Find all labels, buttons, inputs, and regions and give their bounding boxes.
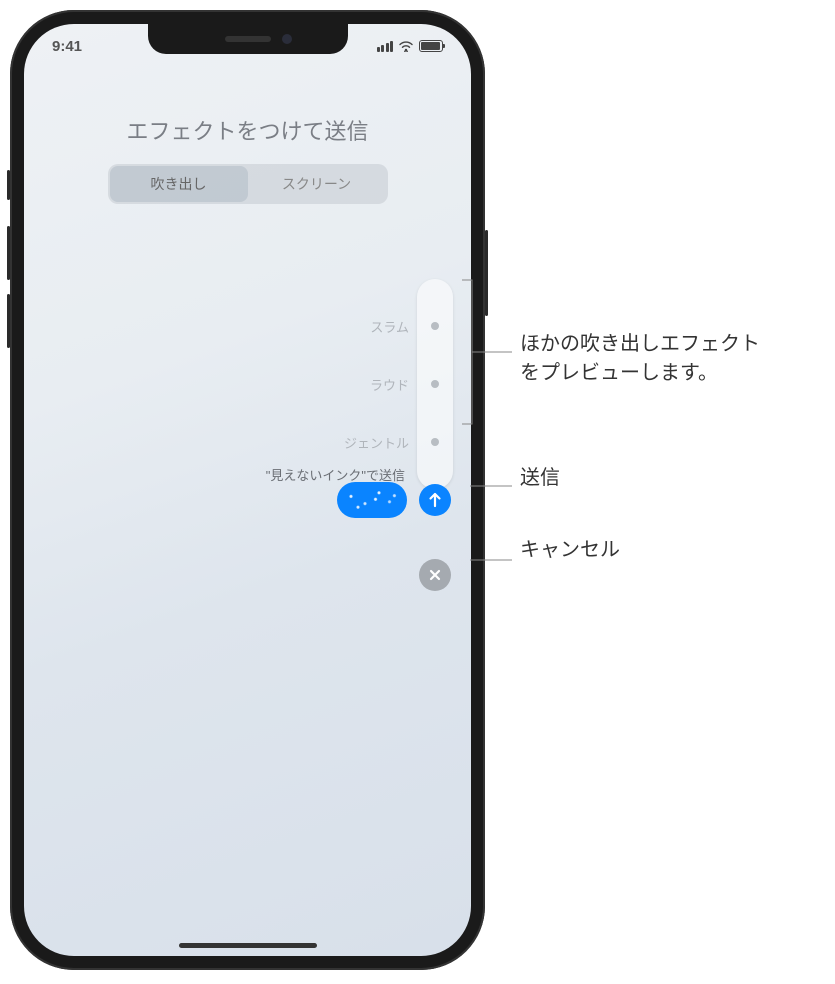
home-indicator[interactable] xyxy=(179,943,317,948)
effect-option-loud[interactable]: ラウド xyxy=(431,365,439,403)
phone-screen: 9:41 エフェクトをつけて送信 吹き出し xyxy=(24,24,471,956)
device-side-button xyxy=(485,230,488,316)
invisible-ink-effect-icon xyxy=(337,482,407,518)
effect-option-slam[interactable]: スラム xyxy=(431,307,439,345)
segmented-control: 吹き出し スクリーン xyxy=(108,164,388,204)
arrow-up-icon xyxy=(426,491,444,509)
effect-label: ラウド xyxy=(370,375,409,394)
tab-screen[interactable]: スクリーン xyxy=(248,166,386,202)
battery-icon xyxy=(419,40,443,52)
effect-label: スラム xyxy=(370,317,409,336)
effect-label: ジェントル xyxy=(344,433,409,452)
annotation-cancel: キャンセル xyxy=(520,536,620,565)
device-volume-down xyxy=(7,294,10,348)
message-bubble-preview xyxy=(337,482,407,518)
annotation-preview: ほかの吹き出しエフェクト をプレビューします。 xyxy=(520,330,760,388)
device-volume-up xyxy=(7,226,10,280)
device-mute-switch xyxy=(7,170,10,200)
cellular-signal-icon xyxy=(377,41,394,52)
annotation-send: 送信 xyxy=(520,464,560,493)
phone-frame: 9:41 エフェクトをつけて送信 吹き出し xyxy=(10,10,485,970)
effect-option-gentle[interactable]: ジェントル xyxy=(431,423,439,461)
cancel-button[interactable] xyxy=(419,559,451,591)
effects-rail: スラム ラウド ジェントル "見えないインク"で送信 xyxy=(417,279,453,489)
front-camera-icon xyxy=(282,34,292,44)
radio-dot-icon xyxy=(431,380,439,388)
annotation-text: ほかの吹き出しエフェクト xyxy=(520,333,760,355)
close-icon xyxy=(427,567,443,583)
wifi-icon xyxy=(398,40,414,52)
status-time: 9:41 xyxy=(52,38,82,55)
send-button[interactable] xyxy=(419,484,451,516)
device-notch xyxy=(148,24,348,54)
tab-bubble[interactable]: 吹き出し xyxy=(110,166,248,202)
annotation-text: をプレビューします。 xyxy=(520,362,718,384)
radio-dot-icon xyxy=(431,438,439,446)
radio-dot-icon xyxy=(431,322,439,330)
page-title: エフェクトをつけて送信 xyxy=(24,114,471,146)
